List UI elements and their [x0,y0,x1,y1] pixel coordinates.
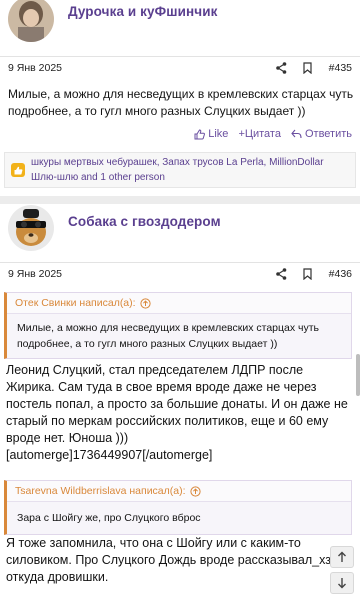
quote-block: Tsarevna Wildberrislava написал(а): Зара… [4,480,352,535]
post-header: Дурочка и куФшинчик [0,0,360,44]
post-number[interactable]: #435 [329,62,352,74]
reactions-bar[interactable]: шкуры мертвых чебурашек, Запах трусов La… [4,152,356,188]
quote-header[interactable]: Tsarevna Wildberrislava написал(а): [7,481,351,502]
author-name[interactable]: Собака с гвоздодером [68,214,221,229]
quote-author[interactable]: Tsarevna Wildberrislava написал(а): [15,485,186,497]
reply-button[interactable]: Ответить [291,128,352,140]
scroll-down-icon [338,578,346,589]
quote-block: Отек Свинки написал(а): Милые, а можно д… [4,292,352,359]
quote-button[interactable]: +Цитата [238,128,281,140]
bookmark-icon[interactable] [295,267,321,280]
post-text: Леонид Слуцкий, стал председателем ЛДПР … [6,362,350,464]
author-name[interactable]: Дурочка и куФшинчик [68,4,217,19]
post-paragraph: Леонид Слуцкий, стал председателем ЛДПР … [6,363,348,445]
quote-text: Милые, а можно для несведущих в кремлевс… [17,322,320,350]
quote-author[interactable]: Отек Свинки написал(а): [15,297,136,309]
scroll-up-button[interactable] [330,546,354,568]
post-separator [0,196,360,204]
post-date[interactable]: 9 Янв 2025 [8,268,269,280]
reply-label: Ответить [304,128,352,140]
like-button[interactable]: Like [194,128,228,140]
scrollbar[interactable] [356,354,360,396]
scroll-up-icon [338,551,346,562]
post-text: Милые, а можно для несведущих в кремлевс… [8,87,354,118]
reactions-list[interactable]: шкуры мертвых чебурашек, Запах трусов La… [31,155,349,185]
bookmark-icon[interactable] [295,61,321,74]
post-number[interactable]: #436 [329,268,352,280]
avatar[interactable] [8,0,54,42]
like-reaction-icon [11,163,25,177]
like-icon [194,128,206,139]
avatar[interactable] [8,205,54,251]
arrow-up-circle-icon[interactable] [189,485,201,497]
quote-text: Зара с Шойгу же, про Слуцкого вброс [17,512,201,524]
reply-icon [291,129,302,139]
like-label: Like [208,128,229,140]
scroll-down-button[interactable] [330,572,354,594]
quote-header[interactable]: Отек Свинки написал(а): [7,293,351,314]
arrow-up-circle-icon[interactable] [139,297,151,309]
post-header: Собака с гвоздодером [0,204,360,252]
post-meta: 9 Янв 2025 #435 [0,56,360,78]
post-meta: 9 Янв 2025 #436 [0,262,360,284]
post-date[interactable]: 9 Янв 2025 [8,62,269,74]
automerge-tag: [automerge]1736449907[/automerge] [6,448,213,462]
post-actions: Like +Цитата Ответить [194,128,352,140]
share-icon[interactable] [269,61,295,74]
share-icon[interactable] [269,267,295,280]
post-text: Я тоже запомнила, что она с Шойгу или с … [6,536,335,584]
